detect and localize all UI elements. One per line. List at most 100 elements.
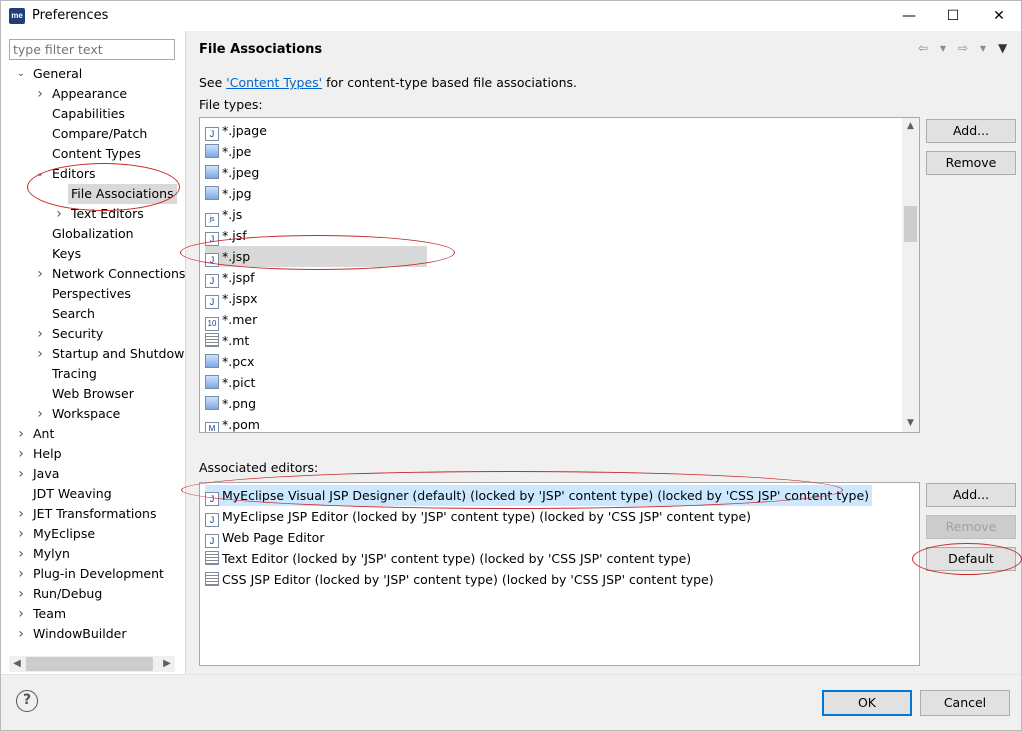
collapsed-chevron-icon[interactable]: › bbox=[53, 204, 65, 224]
editor-name: Text Editor (locked by 'JSP' content typ… bbox=[222, 551, 692, 566]
cancel-button[interactable]: Cancel bbox=[920, 690, 1010, 716]
view-menu-icon[interactable]: ▼ bbox=[998, 41, 1007, 55]
file-type-row[interactable]: *.jpeg bbox=[205, 162, 259, 183]
editor-row[interactable]: J Web Page Editor bbox=[205, 527, 324, 548]
scroll-down-icon[interactable]: ▼ bbox=[902, 415, 919, 432]
file-type-name: *.jsf bbox=[222, 228, 247, 243]
expanded-chevron-icon[interactable]: ⌄ bbox=[15, 64, 27, 84]
dialog-button-bar: ? OK Cancel bbox=[1, 674, 1021, 730]
collapsed-chevron-icon[interactable]: › bbox=[34, 404, 46, 424]
page-title: File Associations bbox=[199, 42, 323, 57]
file-type-name: *.jsp bbox=[222, 249, 251, 264]
collapsed-chevron-icon[interactable]: › bbox=[15, 444, 27, 464]
file-type-name: *.pict bbox=[222, 375, 256, 390]
collapsed-chevron-icon[interactable]: › bbox=[15, 544, 27, 564]
collapsed-chevron-icon[interactable]: › bbox=[34, 344, 46, 364]
file-type-name: *.jpe bbox=[222, 144, 252, 159]
forward-menu-icon[interactable]: ▾ bbox=[980, 41, 986, 55]
image-file-icon bbox=[205, 186, 219, 200]
image-file-icon bbox=[205, 144, 219, 158]
file-type-name: *.jpeg bbox=[222, 165, 260, 180]
editor-row[interactable]: J MyEclipse Visual JSP Designer (default)… bbox=[205, 485, 873, 506]
collapsed-chevron-icon[interactable]: › bbox=[15, 584, 27, 604]
scroll-thumb[interactable] bbox=[26, 657, 153, 671]
file-type-row[interactable]: J *.jsp bbox=[205, 246, 427, 267]
preferences-nav-pane: ⌄ General › Appearance Capabilities Compare/P… bbox=[1, 31, 185, 674]
collapsed-chevron-icon[interactable]: › bbox=[15, 424, 27, 444]
file-type-row[interactable]: *.mt bbox=[205, 330, 249, 351]
file-type-name: *.jspx bbox=[222, 291, 258, 306]
file-type-row[interactable]: *.png bbox=[205, 393, 256, 414]
scroll-thumb[interactable] bbox=[904, 206, 917, 242]
tree-item-label: Network Connections bbox=[52, 266, 185, 281]
file-type-row[interactable]: *.jpe bbox=[205, 141, 251, 162]
file-type-row[interactable]: J *.jspx bbox=[205, 288, 258, 309]
tree-item-label: JET Transformations bbox=[33, 506, 157, 521]
editor-name: CSS JSP Editor (locked by 'JSP' content … bbox=[222, 572, 714, 587]
help-icon[interactable]: ? bbox=[16, 690, 38, 712]
file-type-row[interactable]: *.pcx bbox=[205, 351, 254, 372]
hint-prefix: See bbox=[199, 75, 227, 90]
image-file-icon bbox=[205, 396, 219, 410]
tree-horizontal-scrollbar[interactable]: ◀ ▶ bbox=[9, 656, 175, 672]
file-types-scrollbar[interactable]: ▲ ▼ bbox=[902, 118, 919, 432]
collapsed-chevron-icon[interactable]: › bbox=[34, 324, 46, 344]
associated-editors-list[interactable]: J MyEclipse Visual JSP Designer (default)… bbox=[199, 482, 920, 666]
close-button[interactable]: ✕ bbox=[976, 1, 1022, 31]
collapsed-chevron-icon[interactable]: › bbox=[34, 84, 46, 104]
file-type-name: *.js bbox=[222, 207, 243, 222]
tree-item-label: WindowBuilder bbox=[33, 626, 127, 641]
ok-button[interactable]: OK bbox=[822, 690, 912, 716]
title-bar: me Preferences — ☐ ✕ bbox=[1, 1, 1021, 31]
file-type-row[interactable]: J *.jspf bbox=[205, 267, 255, 288]
myeclipse-app-icon: me bbox=[9, 8, 25, 24]
file-type-row[interactable]: J *.jpage bbox=[205, 120, 267, 141]
text-file-icon bbox=[205, 551, 219, 565]
remove-file-type-button[interactable]: Remove bbox=[926, 151, 1016, 175]
associated-editors-label: Associated editors: bbox=[199, 460, 319, 475]
file-type-name: *.jpg bbox=[222, 186, 252, 201]
collapsed-chevron-icon[interactable]: › bbox=[15, 624, 27, 644]
file-type-row[interactable]: js *.js bbox=[205, 204, 243, 227]
remove-editor-button[interactable]: Remove bbox=[926, 515, 1016, 539]
back-menu-icon[interactable]: ▾ bbox=[940, 41, 946, 55]
filter-input[interactable] bbox=[9, 39, 175, 60]
default-editor-button[interactable]: Default bbox=[926, 547, 1016, 571]
add-editor-button[interactable]: Add... bbox=[926, 483, 1016, 507]
file-type-row[interactable]: J *.jsf bbox=[205, 225, 247, 246]
collapsed-chevron-icon[interactable]: › bbox=[34, 264, 46, 284]
file-type-row[interactable]: 10 *.mer bbox=[205, 309, 257, 331]
file-type-row[interactable]: M *.pom bbox=[205, 414, 260, 432]
forward-arrow-icon[interactable]: ⇨ bbox=[958, 41, 968, 55]
collapsed-chevron-icon[interactable]: › bbox=[15, 604, 27, 624]
editor-row[interactable]: CSS JSP Editor (locked by 'JSP' content … bbox=[205, 569, 714, 590]
image-file-icon bbox=[205, 165, 219, 179]
editor-row[interactable]: J MyEclipse JSP Editor (locked by 'JSP' c… bbox=[205, 506, 751, 527]
tree-item-label: Text Editors bbox=[71, 206, 144, 221]
file-types-list[interactable]: J *.jpage *.jpe *.jpeg *.jpg js *.js J *.jsf J *.j… bbox=[199, 117, 920, 433]
collapsed-chevron-icon[interactable]: › bbox=[15, 524, 27, 544]
expanded-chevron-icon[interactable]: ⌄ bbox=[34, 164, 46, 184]
tree-item-label: Appearance bbox=[52, 86, 128, 101]
tree-item-label: Security bbox=[52, 326, 104, 341]
scroll-right-icon[interactable]: ▶ bbox=[159, 656, 175, 672]
collapsed-chevron-icon[interactable]: › bbox=[15, 504, 27, 524]
add-file-type-button[interactable]: Add... bbox=[926, 119, 1016, 143]
content-types-link[interactable]: 'Content Types' bbox=[226, 75, 322, 90]
window-title: Preferences bbox=[32, 8, 109, 23]
editor-row[interactable]: Text Editor (locked by 'JSP' content typ… bbox=[205, 548, 691, 569]
maximize-button[interactable]: ☐ bbox=[930, 1, 976, 31]
back-arrow-icon[interactable]: ⇦ bbox=[918, 41, 928, 55]
scroll-up-icon[interactable]: ▲ bbox=[902, 118, 919, 135]
file-type-row[interactable]: *.pict bbox=[205, 372, 255, 393]
binary-file-icon: 10 bbox=[205, 317, 219, 331]
image-file-icon bbox=[205, 375, 219, 389]
file-type-row[interactable]: *.jpg bbox=[205, 183, 252, 204]
collapsed-chevron-icon[interactable]: › bbox=[15, 564, 27, 584]
tree-item-label: Plug-in Development bbox=[33, 566, 164, 581]
collapsed-chevron-icon[interactable]: › bbox=[15, 464, 27, 484]
jsp-file-icon: J bbox=[205, 127, 219, 141]
preferences-window: me Preferences — ☐ ✕ ⌄ General › Appearance… bbox=[0, 0, 1022, 731]
minimize-button[interactable]: — bbox=[886, 1, 932, 31]
scroll-left-icon[interactable]: ◀ bbox=[9, 656, 25, 672]
